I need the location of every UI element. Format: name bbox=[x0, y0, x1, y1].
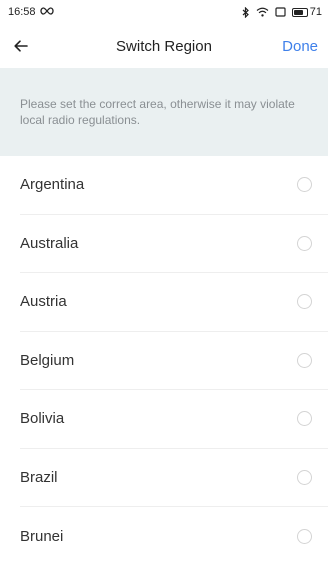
radio-button[interactable] bbox=[297, 294, 312, 310]
region-label: Brazil bbox=[20, 468, 58, 486]
region-item-austria[interactable]: Austria bbox=[20, 273, 328, 332]
screen-icon bbox=[275, 7, 286, 17]
radio-button[interactable] bbox=[297, 528, 312, 544]
bluetooth-icon bbox=[242, 6, 250, 18]
status-right: 71 bbox=[242, 6, 322, 18]
arrow-left-icon bbox=[14, 40, 28, 52]
region-item-australia[interactable]: Australia bbox=[20, 215, 328, 273]
page-title: Switch Region bbox=[116, 37, 212, 55]
region-item-argentina[interactable]: Argentina bbox=[20, 156, 328, 215]
region-list: Argentina Australia Austria Belgium Boli… bbox=[0, 156, 328, 566]
region-item-brunei[interactable]: Brunei bbox=[20, 507, 328, 566]
region-item-brazil[interactable]: Brazil bbox=[20, 449, 328, 507]
region-notice: Please set the correct area, otherwise i… bbox=[0, 68, 328, 156]
notice-text: Please set the correct area, otherwise i… bbox=[20, 97, 295, 127]
radio-button[interactable] bbox=[297, 235, 312, 251]
back-button[interactable] bbox=[14, 32, 42, 60]
wifi-icon bbox=[256, 7, 269, 17]
battery-icon: 71 bbox=[291, 6, 322, 18]
region-label: Australia bbox=[20, 234, 79, 252]
region-label: Brunei bbox=[20, 527, 64, 545]
region-label: Austria bbox=[20, 293, 67, 311]
region-label: Bolivia bbox=[20, 410, 65, 428]
battery-level: 71 bbox=[309, 6, 322, 18]
radio-button[interactable] bbox=[297, 352, 312, 368]
header: Switch Region Done bbox=[0, 24, 328, 68]
status-time: 16:58 bbox=[8, 6, 36, 18]
region-item-bolivia[interactable]: Bolivia bbox=[20, 390, 328, 449]
radio-button[interactable] bbox=[297, 411, 312, 427]
done-button[interactable]: Done bbox=[282, 38, 318, 55]
battery-fill bbox=[293, 9, 303, 15]
status-bar: 16:58 71 bbox=[0, 0, 328, 24]
region-label: Belgium bbox=[20, 351, 75, 369]
radio-button[interactable] bbox=[297, 177, 312, 193]
status-left: 16:58 bbox=[8, 6, 54, 18]
radio-button[interactable] bbox=[297, 469, 312, 485]
infinity-icon bbox=[39, 6, 54, 18]
region-label: Argentina bbox=[20, 176, 85, 194]
region-item-belgium[interactable]: Belgium bbox=[20, 332, 328, 390]
